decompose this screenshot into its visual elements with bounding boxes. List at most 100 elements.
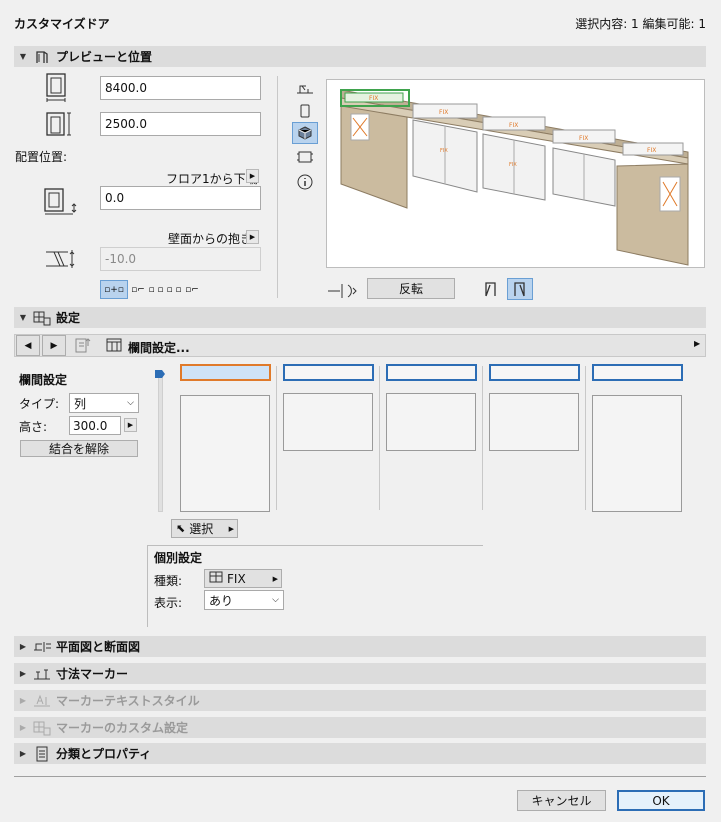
nav-prev-button[interactable]: ◀	[16, 335, 40, 356]
panel-cell-3[interactable]	[386, 393, 476, 451]
floor-offset-input[interactable]: 0.0	[100, 186, 261, 210]
dropdown-arrow-icon: ▶	[228, 524, 234, 533]
width-input[interactable]: 8400.0	[100, 76, 261, 100]
cancel-button[interactable]: キャンセル	[517, 790, 606, 811]
settings-grid-icon	[32, 310, 52, 326]
panel-cell-2[interactable]	[283, 393, 373, 451]
fix-label-6: FIX	[440, 148, 448, 154]
collapse-arrow-icon: ▼	[19, 313, 27, 322]
type-select-value: 列	[74, 396, 87, 411]
opening-right-button[interactable]	[507, 278, 533, 300]
plan-view-button[interactable]	[292, 78, 318, 100]
section-dimension-title: 寸法マーカー	[56, 667, 129, 681]
fix-label-4: FIX	[579, 135, 588, 142]
flip-button[interactable]: 反転	[367, 278, 455, 299]
grid-row-marker-icon[interactable]	[155, 370, 165, 378]
floor-ref-dropdown[interactable]: ▶	[246, 169, 259, 183]
reveal-label: 壁面からの抱き	[168, 232, 253, 246]
expand-arrow-icon: ▶	[19, 642, 27, 651]
kind-label: 種類:	[154, 574, 183, 588]
fix-label-2: FIX	[439, 109, 448, 116]
select-mode-button[interactable]: ⬉ 選択 ▶	[171, 519, 238, 538]
section-marker-text-header: ▶ マーカーテキストスタイル	[14, 690, 706, 711]
3d-view-button[interactable]	[292, 122, 318, 144]
height-dropdown[interactable]: ▶	[124, 418, 137, 432]
door-3d-render: FIX FIX FIX FIX FIX FIX FIX	[340, 89, 689, 266]
info-icon[interactable]	[292, 171, 318, 193]
ok-button[interactable]: OK	[617, 790, 705, 811]
elevation-view-button[interactable]	[292, 100, 318, 122]
sill-height-icon	[42, 186, 82, 219]
preview-3d-canvas[interactable]: FIX FIX FIX FIX FIX FIX FIX	[326, 79, 705, 268]
display-select[interactable]: あり ⌵	[204, 590, 284, 610]
opening-left-button[interactable]	[478, 278, 504, 300]
individual-title: 個別設定	[154, 551, 203, 565]
transom-cell-3[interactable]	[386, 364, 477, 381]
anchor-custom-icon[interactable]: ▫⌐	[184, 280, 200, 299]
kind-button[interactable]: FIX ▶	[204, 569, 282, 588]
unmerge-button[interactable]: 結合を解除	[20, 440, 138, 457]
preview-divider	[277, 76, 278, 298]
panel-cell-1[interactable]	[180, 395, 270, 512]
select-mode-label: 選択	[189, 522, 214, 536]
reveal-input[interactable]: -10.0	[100, 247, 261, 271]
anchor-center-icon[interactable]: ▫+▫	[100, 280, 128, 299]
transom-cell-4[interactable]	[489, 364, 580, 381]
individual-vline	[147, 545, 148, 627]
window-pane-icon	[209, 571, 223, 586]
floor-label: フロア1から下端	[166, 172, 258, 186]
section-preview-title: プレビューと位置	[56, 50, 153, 64]
section-view-button[interactable]	[292, 146, 318, 168]
dropdown-arrow-icon: ▶	[272, 574, 278, 583]
section-plan-header[interactable]: ▶ 平面図と断面図	[14, 636, 706, 657]
panel-cell-5[interactable]	[592, 395, 682, 512]
reveal-ref-dropdown[interactable]: ▶	[246, 230, 259, 244]
marker-custom-icon	[32, 720, 52, 736]
section-dimension-header[interactable]: ▶ 寸法マーカー	[14, 663, 706, 684]
section-preview-header[interactable]: ▼ プレビューと位置	[14, 46, 706, 67]
section-settings-header[interactable]: ▼ 設定	[14, 307, 706, 328]
nav-next-button[interactable]: ▶	[42, 335, 66, 356]
expand-arrow-icon: ▶	[19, 749, 27, 758]
grid-divider	[482, 366, 483, 510]
expand-arrow-icon: ▶	[19, 696, 27, 705]
section-marker-custom-title: マーカーのカスタム設定	[56, 721, 189, 735]
section-classification-title: 分類とプロパティ	[56, 747, 152, 761]
anchor-button-row: ▫+▫ ▫⌐ ▫ ▫ ▫ ▫ ▫⌐	[100, 280, 200, 299]
grid-scroll-track[interactable]	[158, 372, 163, 512]
plan-section-icon	[32, 640, 52, 654]
fix-label-7: FIX	[509, 162, 517, 168]
document-icon	[32, 746, 52, 762]
section-classification-header[interactable]: ▶ 分類とプロパティ	[14, 743, 706, 764]
transom-cell-5[interactable]	[592, 364, 683, 381]
section-settings-title: 設定	[56, 311, 81, 325]
height-icon	[44, 110, 74, 141]
anchor-side-icon[interactable]: ▫ ▫	[166, 280, 182, 299]
anchor-inner-icon[interactable]: ▫⌐	[130, 280, 146, 299]
nav-dropdown-arrow[interactable]: ▶	[694, 339, 700, 348]
grid-divider	[276, 366, 277, 510]
panel-cell-4[interactable]	[489, 393, 579, 451]
window-title: カスタマイズドア	[14, 17, 110, 31]
chevron-down-icon: ⌵	[272, 595, 279, 605]
display-label: 表示:	[154, 596, 183, 610]
reveal-icon	[44, 246, 82, 275]
transom-height-input[interactable]: 300.0	[69, 416, 121, 435]
fix-label-1: FIX	[369, 95, 378, 102]
height-input[interactable]: 2500.0	[100, 112, 261, 136]
expand-arrow-icon: ▶	[19, 669, 27, 678]
nav-page-title[interactable]: 欄間設定...	[128, 339, 190, 356]
fix-label-3: FIX	[509, 122, 518, 129]
dimension-marker-icon	[32, 667, 52, 681]
fix-label-5: FIX	[647, 147, 656, 154]
anchor-outer-icon[interactable]: ▫ ▫	[148, 280, 164, 299]
height-label: 高さ:	[19, 420, 48, 434]
transom-cell-2[interactable]	[283, 364, 374, 381]
transom-settings-icon	[106, 338, 122, 355]
section-marker-text-title: マーカーテキストスタイル	[56, 694, 200, 708]
import-settings-icon[interactable]	[74, 336, 94, 357]
transom-cell-1[interactable]	[180, 364, 271, 381]
collapse-arrow-icon: ▼	[19, 52, 27, 61]
type-select[interactable]: 列 ⌵	[69, 393, 139, 413]
footer-divider	[14, 776, 706, 777]
